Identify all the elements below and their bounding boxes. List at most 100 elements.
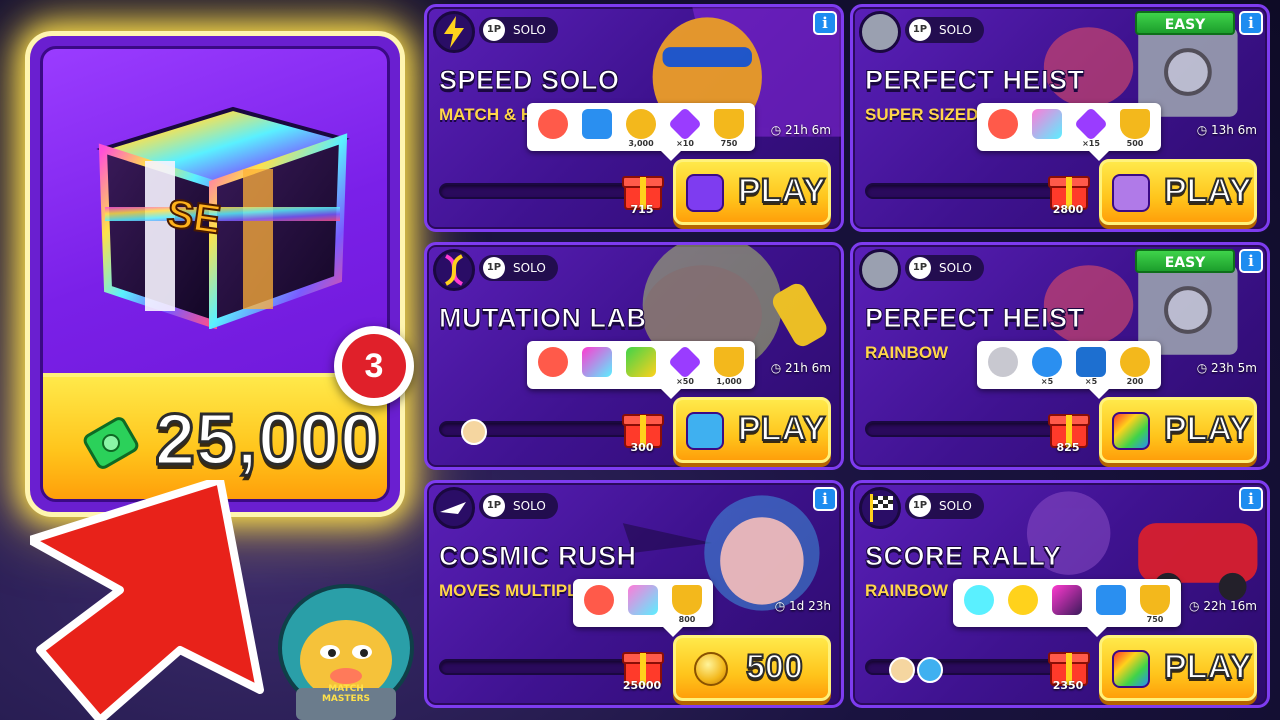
character-card-icon	[626, 347, 656, 377]
event-card-mutation-lab[interactable]: 1P SOLO MUTATION LAB ×50 1,000 ◷ 21h 6m …	[424, 242, 844, 470]
booster-icon	[686, 412, 724, 450]
easy-badge: EASY	[1135, 249, 1235, 273]
reward-gems: ×15	[1073, 107, 1109, 148]
purple-gem-icon	[668, 107, 702, 141]
blue-chest-icon	[582, 109, 612, 139]
red-arrow-icon	[30, 480, 264, 720]
mode-label: SOLO	[939, 261, 972, 275]
event-subtitle: RAINBOW	[865, 581, 949, 600]
coin-icon	[694, 652, 728, 686]
booster-icon	[1112, 174, 1150, 212]
badge-count: 3	[342, 334, 406, 398]
solo-tag: 1P SOLO	[479, 255, 558, 281]
reward-mystery-card	[535, 107, 571, 147]
event-timer: ◷ 22h 16m	[1189, 599, 1257, 613]
gift-points: 2800	[1052, 203, 1084, 216]
info-icon[interactable]: i	[1239, 249, 1263, 273]
event-title: PERFECT HEIST	[865, 303, 1085, 334]
rewards-popup: 750	[953, 579, 1181, 637]
easy-badge: EASY	[1135, 11, 1235, 35]
rewards-popup: ×50 1,000	[527, 341, 755, 399]
play-button[interactable]: PLAY	[1099, 635, 1257, 701]
event-card-score-rally[interactable]: 1P SOLO i SCORE RALLY RAINBOW 750 ◷ 22h …	[850, 480, 1270, 708]
event-timer: ◷ 13h 6m	[1196, 123, 1257, 137]
info-icon[interactable]: i	[813, 11, 837, 35]
play-button[interactable]: PLAY	[673, 397, 831, 463]
event-progress-bar	[865, 183, 1075, 199]
reward-chest	[579, 107, 615, 147]
event-timer: ◷ 1d 23h	[774, 599, 831, 613]
coins-pile-icon	[626, 109, 656, 139]
reward-trophy: 1,000	[711, 345, 747, 386]
entry-cost-button[interactable]: 500	[673, 635, 831, 701]
mystery-card-icon	[964, 585, 994, 615]
booster-icon	[686, 174, 724, 212]
play-button[interactable]: PLAY	[673, 159, 831, 225]
safe-icon	[859, 249, 901, 291]
mode-label: SOLO	[513, 23, 546, 37]
trophy-icon	[714, 347, 744, 377]
event-card-speed-solo[interactable]: 1P SOLO i SPEED SOLO MATCH & H 3,000 ×10…	[424, 4, 844, 232]
reward-character-card	[623, 345, 659, 385]
se-card-icon	[628, 585, 658, 615]
event-progress-bar	[439, 183, 649, 199]
event-subtitle: SUPER SIZED	[865, 105, 979, 124]
coins-pile-icon	[1120, 347, 1150, 377]
mystery-card-icon	[584, 585, 614, 615]
reward-se-card	[1029, 107, 1065, 147]
purple-gem-icon	[668, 345, 702, 379]
gift-points: 2350	[1052, 679, 1084, 692]
one-player-icon: 1P	[483, 19, 505, 41]
reward-shield-card	[1093, 583, 1129, 623]
purple-gem-icon	[1074, 107, 1108, 141]
event-title: SCORE RALLY	[865, 541, 1062, 572]
reward-coins: 200	[1117, 345, 1153, 386]
reward-legendary-card	[1049, 583, 1085, 623]
reward-trophy: 800	[669, 583, 705, 624]
gift-points: 300	[630, 441, 654, 454]
mode-label: SOLO	[513, 261, 546, 275]
player-avatar	[889, 657, 915, 683]
reward-trophy: 750	[1137, 583, 1173, 624]
gift-points: 25000	[622, 679, 662, 692]
play-button[interactable]: PLAY	[1099, 159, 1257, 225]
lightning-icon	[433, 11, 475, 53]
dna-icon	[433, 249, 475, 291]
rewards-popup: 800	[573, 579, 713, 637]
rainbow-icon	[1112, 412, 1150, 450]
mystery-card-icon	[988, 109, 1018, 139]
info-icon[interactable]: i	[1239, 11, 1263, 35]
event-card-perfect-heist-rainbow[interactable]: 1P SOLO EASY i PERFECT HEIST RAINBOW ×5 …	[850, 242, 1270, 470]
event-progress-bar	[865, 421, 1075, 437]
safe-icon	[859, 11, 901, 53]
rewards-popup: ×5 ×5 200	[977, 341, 1161, 399]
reward-mystery-card	[985, 107, 1021, 147]
reward-mystery-card	[535, 345, 571, 385]
blue-booster-icon	[1076, 347, 1106, 377]
shield-card-icon	[1096, 585, 1126, 615]
se-chest-offer[interactable]: SE 25,000	[30, 36, 400, 512]
solo-tag: 1P SOLO	[479, 493, 558, 519]
solo-tag: 1P SOLO	[905, 255, 984, 281]
blue-token-icon	[1032, 347, 1062, 377]
gold-mystery-icon	[1008, 585, 1038, 615]
chest-se-label: SE	[163, 191, 224, 244]
one-player-icon: 1P	[483, 257, 505, 279]
rewards-popup: 3,000 ×10 750	[527, 103, 755, 161]
gift-points: 825	[1056, 441, 1080, 454]
event-card-perfect-heist[interactable]: 1P SOLO EASY i PERFECT HEIST SUPER SIZED…	[850, 4, 1270, 232]
info-icon[interactable]: i	[1239, 487, 1263, 511]
mode-label: SOLO	[939, 23, 972, 37]
one-player-icon: 1P	[909, 19, 931, 41]
event-subtitle: RAINBOW	[865, 343, 949, 362]
event-title: COSMIC RUSH	[439, 541, 637, 572]
reward-se-card	[625, 583, 661, 623]
trophy-icon	[1120, 109, 1150, 139]
info-icon[interactable]: i	[813, 487, 837, 511]
solo-tag: 1P SOLO	[905, 493, 984, 519]
trophy-icon	[1140, 585, 1170, 615]
mystery-card-icon	[988, 347, 1018, 377]
event-card-cosmic-rush[interactable]: 1P SOLO i COSMIC RUSH MOVES MULTIPLI 800…	[424, 480, 844, 708]
reward-legendary-card	[579, 345, 615, 385]
play-button[interactable]: PLAY	[1099, 397, 1257, 463]
